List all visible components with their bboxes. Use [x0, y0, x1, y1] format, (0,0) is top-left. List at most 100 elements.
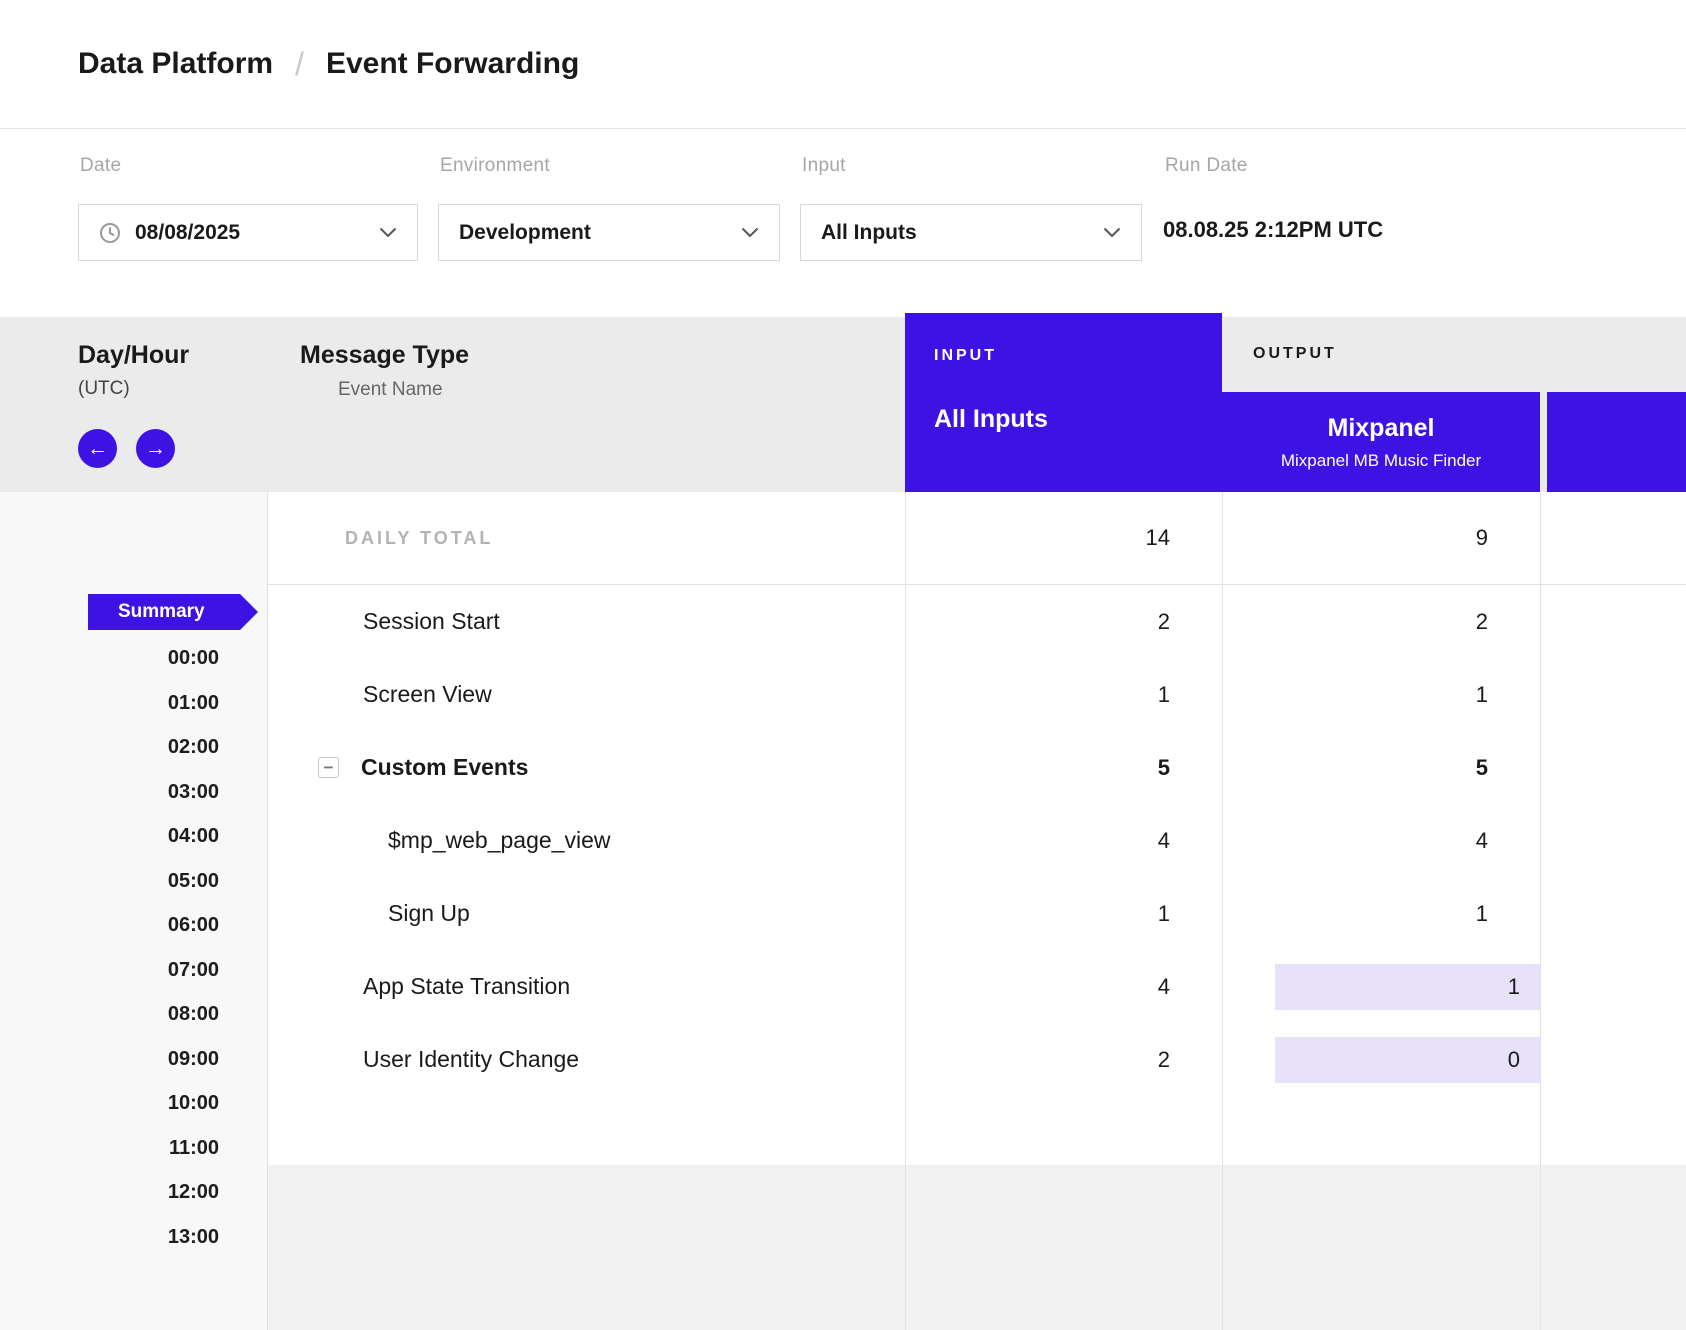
event-name: User Identity Change: [268, 1023, 905, 1096]
message-type-header: Message Type Event Name: [268, 317, 905, 492]
event-name: $mp_web_page_view: [268, 804, 905, 877]
input-select-value: All Inputs: [821, 221, 917, 245]
event-name: Sign Up: [268, 877, 905, 950]
output-count-cell: 0: [1222, 1023, 1540, 1096]
event-name: App State Transition: [268, 950, 905, 1023]
daily-total-row: DAILY TOTAL 14 9: [268, 492, 1686, 585]
date-select[interactable]: 08/08/2025: [78, 204, 418, 261]
input-filter-label: Input: [802, 155, 846, 177]
input-column-header[interactable]: INPUT All Inputs: [905, 313, 1222, 492]
event-name: Custom Events: [361, 754, 528, 781]
next-day-button[interactable]: →: [136, 429, 175, 468]
output-count-cell: 1: [1222, 950, 1540, 1023]
empty-cell: [905, 1096, 1222, 1165]
output-count: 1: [1222, 877, 1540, 950]
filler-cell: [905, 1165, 1222, 1330]
table-header: Day/Hour (UTC) ← → Message Type Event Na…: [0, 317, 1686, 492]
breadcrumb-data-platform[interactable]: Data Platform: [78, 47, 273, 81]
input-count: 1: [905, 877, 1222, 950]
table-row: Screen View 1 1: [268, 658, 1686, 731]
date-select-value: 08/08/2025: [135, 221, 240, 245]
hour-list: 00:00 01:00 02:00 03:00 04:00 05:00 06:0…: [0, 636, 267, 1259]
day-hour-title: Day/Hour: [78, 341, 268, 370]
output-count: 2: [1222, 585, 1540, 658]
extra-cell: [1540, 804, 1686, 877]
environment-filter-label: Environment: [440, 155, 550, 177]
extra-cell: [1540, 1023, 1686, 1096]
daily-total-cell: DAILY TOTAL: [268, 492, 905, 584]
chevron-down-icon: [379, 227, 397, 238]
hour-label[interactable]: 04:00: [0, 814, 267, 859]
hour-label[interactable]: 10:00: [0, 1081, 267, 1126]
hour-label[interactable]: 08:00: [0, 992, 267, 1037]
chevron-down-icon: [741, 227, 759, 238]
hour-label[interactable]: 01:00: [0, 681, 267, 726]
clock-icon: [99, 222, 121, 244]
extra-cell: [1540, 658, 1686, 731]
extra-cell: [1540, 877, 1686, 950]
daily-total-label: DAILY TOTAL: [345, 528, 493, 549]
hour-label[interactable]: 12:00: [0, 1170, 267, 1215]
empty-cell: [268, 1096, 905, 1165]
highlighted-output-count[interactable]: 0: [1275, 1037, 1540, 1083]
event-name-subtitle: Event Name: [300, 379, 905, 401]
extra-cell: [1540, 731, 1686, 804]
output-column-header-mixpanel[interactable]: Mixpanel Mixpanel MB Music Finder: [1222, 392, 1540, 492]
event-name-group: − Custom Events: [268, 731, 905, 804]
breadcrumb-separator: /: [295, 46, 304, 83]
hour-label[interactable]: 07:00: [0, 948, 267, 993]
extra-cell: [1540, 950, 1686, 1023]
highlighted-output-count[interactable]: 1: [1275, 964, 1540, 1010]
event-name: Session Start: [268, 585, 905, 658]
next-output-column-partial[interactable]: [1547, 392, 1686, 492]
input-column-value: All Inputs: [934, 405, 1222, 434]
daily-total-input-value: 14: [905, 492, 1222, 584]
filter-bar: Date 08/08/2025 Environment Development: [0, 129, 1686, 317]
previous-day-button[interactable]: ←: [78, 429, 117, 468]
run-date-label: Run Date: [1165, 155, 1248, 177]
input-count: 2: [905, 1023, 1222, 1096]
hour-label[interactable]: 06:00: [0, 903, 267, 948]
output-section-label: OUTPUT: [1253, 345, 1337, 363]
hour-label[interactable]: 03:00: [0, 770, 267, 815]
input-count: 2: [905, 585, 1222, 658]
input-count: 1: [905, 658, 1222, 731]
data-grid: DAILY TOTAL 14 9 Session Start 2 2 Scree…: [268, 492, 1686, 1330]
collapse-icon[interactable]: −: [318, 757, 339, 778]
date-nav: ← →: [78, 429, 175, 468]
summary-row-flag[interactable]: Summary: [88, 594, 258, 630]
message-type-title: Message Type: [300, 341, 905, 370]
output-count: 5: [1222, 731, 1540, 804]
event-name: Screen View: [268, 658, 905, 731]
input-count: 5: [905, 731, 1222, 804]
breadcrumb: Data Platform / Event Forwarding: [0, 0, 1686, 129]
event-forwarding-page: Data Platform / Event Forwarding Date 08…: [0, 0, 1686, 1330]
output-connection-name: Mixpanel: [1328, 414, 1435, 443]
filler-cell: [1540, 1165, 1686, 1330]
date-filter-label: Date: [80, 155, 121, 177]
breadcrumb-event-forwarding: Event Forwarding: [326, 47, 579, 81]
output-count: 1: [1222, 658, 1540, 731]
input-select[interactable]: All Inputs: [800, 204, 1142, 261]
time-column: Summary 00:00 01:00 02:00 03:00 04:00 05…: [0, 492, 268, 1330]
input-column-label: INPUT: [934, 347, 1222, 365]
hour-label[interactable]: 09:00: [0, 1037, 267, 1082]
table-row: App State Transition 4 1: [268, 950, 1686, 1023]
filler-cell: [1222, 1165, 1540, 1330]
hour-label[interactable]: 11:00: [0, 1126, 267, 1171]
day-hour-subtitle: (UTC): [78, 378, 268, 400]
table-row: − Custom Events 5 5: [268, 731, 1686, 804]
hour-label[interactable]: 00:00: [0, 636, 267, 681]
chevron-down-icon: [1103, 227, 1121, 238]
hour-label[interactable]: 13:00: [0, 1215, 267, 1260]
empty-cell: [1540, 1096, 1686, 1165]
environment-select[interactable]: Development: [438, 204, 780, 261]
hour-label[interactable]: 02:00: [0, 725, 267, 770]
filler-cell: [268, 1165, 905, 1330]
empty-row-spacer: [268, 1096, 1686, 1165]
extra-cell: [1540, 585, 1686, 658]
daily-total-output-value: 9: [1222, 492, 1540, 584]
hour-label[interactable]: 05:00: [0, 859, 267, 904]
table-row: Session Start 2 2: [268, 585, 1686, 658]
table-body: Summary 00:00 01:00 02:00 03:00 04:00 05…: [0, 492, 1686, 1330]
